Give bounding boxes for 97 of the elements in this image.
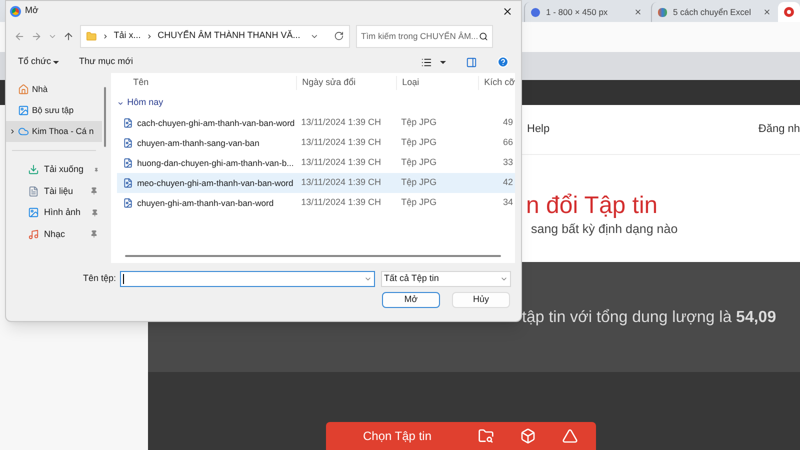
close-icon [502, 6, 512, 16]
file-row[interactable]: chuyen-am-thanh-sang-van-ban 13/11/2024 1:39 CH Tệp JPG 66 [117, 133, 515, 153]
search-icon [479, 32, 488, 40]
help-icon[interactable] [497, 56, 509, 68]
file-name: chuyen-ghi-am-thanh-van-ban-word [137, 196, 274, 210]
box-icon[interactable] [520, 428, 536, 444]
up-icon[interactable] [63, 30, 74, 42]
file-date: 13/11/2024 1:39 CH [300, 196, 382, 210]
file-type: Tệp JPG [400, 196, 438, 210]
column-header[interactable]: Tên [111, 76, 296, 90]
filename-field[interactable] [120, 271, 375, 287]
close-tab-icon[interactable] [762, 8, 771, 16]
file-date: 13/11/2024 1:39 CH [300, 156, 382, 170]
image-file-icon [123, 118, 134, 128]
new-folder-button[interactable]: Thư mục mới [79, 55, 133, 69]
file-size: 33 [502, 156, 513, 170]
column-header[interactable]: Ngày sửa đổi [296, 76, 396, 90]
info-text: tập tin với tổng dung lượng là 54,09 [522, 308, 776, 328]
image-file-icon [123, 178, 134, 188]
file-size: 49 [502, 116, 513, 130]
chevron-right-icon [102, 32, 109, 40]
image-file-icon [123, 158, 134, 168]
document-icon [28, 186, 39, 197]
site-icon [531, 8, 540, 16]
scrollbar[interactable] [104, 87, 106, 147]
file-type: Tệp JPG [400, 116, 438, 130]
nav-link[interactable]: Help [527, 121, 550, 138]
sidebar-item[interactable]: Kim Thoa - Cá n [6, 121, 102, 142]
download-icon [28, 164, 39, 176]
file-type-dropdown[interactable]: Tất cả Tệp tin [381, 271, 511, 287]
address-bar[interactable]: Tải x... CHUYỂN ÂM THÀNH THANH VĂ... [80, 24, 350, 48]
sidebar-item[interactable]: Nhạc [6, 224, 102, 245]
organize-menu-button[interactable]: Tổ chức [18, 55, 60, 69]
file-name: huong-dan-chuyen-ghi-am-thanh-van-b... [137, 156, 294, 170]
cloud-icon [18, 126, 29, 137]
preview-pane-icon[interactable] [466, 56, 477, 68]
sidebar-item[interactable]: Hình ảnh [6, 202, 102, 224]
forward-icon[interactable] [31, 30, 42, 42]
folder-icon [86, 30, 97, 42]
music-icon [28, 228, 39, 240]
cancel-button[interactable]: Hủy [452, 292, 510, 308]
collapse-icon[interactable] [117, 100, 124, 106]
choose-file-button[interactable]: Chọn Tập tin [363, 427, 432, 445]
sidebar-item[interactable]: Tài liệu [6, 180, 102, 202]
picture-icon [18, 105, 29, 116]
sidebar-item[interactable]: Nhà [6, 79, 102, 100]
column-header[interactable]: Loại [396, 76, 478, 90]
expand-icon[interactable] [9, 128, 16, 135]
breadcrumb-item[interactable]: CHUYỂN ÂM THÀNH THANH VĂ... [158, 29, 300, 43]
file-name: meo-chuyen-ghi-am-thanh-van-ban-word [137, 176, 294, 190]
file-row[interactable]: huong-dan-chuyen-ghi-am-thanh-van-b... 13/11/2024 1:39 CH Tệp JPG 33 [117, 153, 515, 173]
sidebar-item[interactable]: Tải xuống [6, 159, 102, 180]
caret-icon[interactable] [440, 60, 446, 64]
file-name: chuyen-am-thanh-sang-van-ban [137, 136, 260, 150]
breadcrumb-item[interactable]: Tải x... [114, 29, 141, 43]
open-button[interactable]: Mở [382, 292, 440, 308]
image-file-icon [123, 198, 134, 208]
nav-link[interactable]: Đăng nh [758, 121, 800, 138]
file-name: cach-chuyen-ghi-am-thanh-van-ban-word [137, 116, 295, 130]
chevron-down-icon [500, 275, 508, 283]
file-date: 13/11/2024 1:39 CH [300, 116, 382, 130]
group-header[interactable]: Hôm nay [111, 93, 515, 113]
file-row[interactable]: meo-chuyen-ghi-am-thanh-van-ban-word 13/11/2024 1:39 CH Tệp JPG 42 [117, 173, 515, 193]
search-field[interactable]: Tìm kiếm trong CHUYỂN ÂM... [356, 24, 493, 48]
horizontal-scrollbar[interactable] [125, 255, 501, 257]
chevron-right-icon [146, 32, 153, 40]
site-icon [784, 7, 794, 17]
browser-tab[interactable] [778, 2, 800, 22]
file-type: Tệp JPG [400, 136, 438, 150]
back-icon[interactable] [14, 30, 25, 42]
picture-icon [28, 207, 39, 218]
file-size: 34 [502, 196, 513, 210]
page-subheading: sang bất kỳ định dạng nào [530, 221, 679, 238]
file-date: 13/11/2024 1:39 CH [300, 136, 382, 150]
caret-icon [53, 60, 60, 64]
page-heading: n đổi Tập tin [526, 192, 659, 220]
folder-search-icon[interactable] [478, 428, 494, 444]
refresh-icon[interactable] [334, 31, 344, 41]
triangle-icon[interactable] [562, 428, 578, 444]
window-title: Mở [25, 4, 38, 18]
app-logo-icon [10, 6, 21, 16]
file-type: Tệp JPG [400, 156, 438, 170]
list-view-icon[interactable] [421, 56, 432, 68]
column-header[interactable]: Kích cỡ [478, 76, 515, 90]
home-icon [18, 84, 29, 95]
file-row[interactable]: chuyen-ghi-am-thanh-van-ban-word 13/11/2024 1:39 CH Tệp JPG 34 [117, 193, 515, 213]
image-file-icon [123, 138, 134, 148]
file-size: 66 [502, 136, 513, 150]
file-type: Tệp JPG [400, 176, 438, 190]
close-tab-icon[interactable] [634, 8, 642, 16]
filename-label: Tên tệp: [82, 272, 116, 286]
file-size: 42 [502, 176, 513, 190]
file-date: 13/11/2024 1:39 CH [300, 176, 382, 190]
sidebar-item[interactable]: Bộ sưu tập [6, 100, 102, 121]
site-icon [658, 8, 667, 16]
chevron-down-icon[interactable] [364, 275, 372, 283]
file-row[interactable]: cach-chuyen-ghi-am-thanh-van-ban-word 13/11/2024 1:39 CH Tệp JPG 49 [117, 113, 515, 133]
